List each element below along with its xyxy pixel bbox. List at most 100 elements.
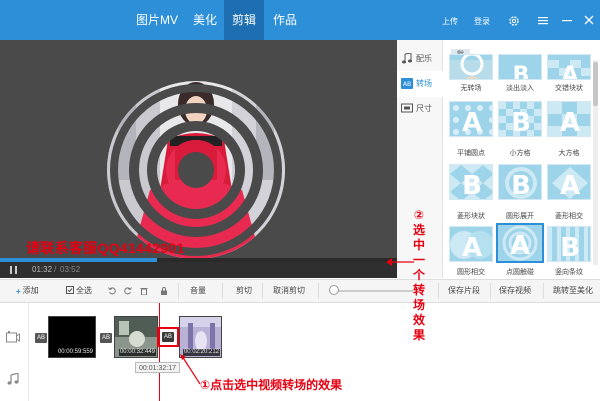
- transition-label-none: 无转场: [460, 85, 482, 92]
- transition-thumb-large-grid[interactable]: A: [547, 101, 591, 137]
- toolbar-divider: [438, 283, 439, 299]
- svg-text:B: B: [462, 171, 482, 200]
- save-video-button[interactable]: 保存视频: [499, 280, 531, 302]
- player-controls: 01:32 / 03:52: [0, 262, 397, 278]
- redo-icon[interactable]: [124, 287, 132, 295]
- tab-picture-mv[interactable]: 图片MV: [128, 0, 186, 40]
- jump-to-beautify-button[interactable]: 跳转至美化: [553, 280, 593, 302]
- minimize-icon[interactable]: [561, 14, 573, 26]
- timeline-playhead[interactable]: [159, 303, 160, 401]
- svg-text:B: B: [560, 233, 580, 262]
- transition-label-dots: 平铺圆点: [457, 150, 485, 157]
- select-all-button[interactable]: 全选: [66, 280, 92, 302]
- transition-label-diamond-block: 菱形块状: [457, 213, 485, 220]
- svg-text:A: A: [561, 63, 578, 80]
- toolbar-divider: [222, 283, 223, 299]
- side-tab-music-label: 配乐: [416, 54, 432, 63]
- transition-label-circle-expand: 圆形展开: [506, 213, 534, 220]
- transition-label-stagger: 交错块状: [555, 85, 583, 92]
- annotation-step-1: ①点击选中视频转场的效果: [200, 378, 343, 392]
- video-preview[interactable]: [0, 40, 397, 258]
- annotation-step-2: ②选中一个转场效果: [412, 208, 425, 342]
- trash-icon[interactable]: [140, 287, 148, 295]
- playhead-time-tooltip: 00:01:32:17: [135, 362, 180, 373]
- side-tab-music[interactable]: 配乐: [397, 46, 443, 72]
- transition-label-fade: 淡出淡入: [506, 85, 534, 92]
- side-tab-transition-label: 转场: [416, 79, 432, 88]
- track-header-divider: [28, 303, 29, 401]
- cancel-cut-button[interactable]: 取消剪切: [273, 280, 305, 302]
- ab-transition-icon: AB: [401, 78, 413, 89]
- clip-duration: 00:00:32:449: [118, 349, 156, 356]
- transition-thumb-stagger[interactable]: A: [547, 54, 591, 80]
- select-all-icon: [66, 286, 74, 294]
- svg-text:AB: AB: [403, 81, 411, 88]
- music-note-icon: [402, 53, 412, 64]
- pause-icon[interactable]: [10, 266, 18, 274]
- annotation-arrow-1: [180, 354, 201, 385]
- svg-text:A: A: [510, 231, 530, 261]
- tab-works[interactable]: 作品: [264, 0, 306, 40]
- cut-button[interactable]: 剪切: [236, 280, 252, 302]
- toolbar-divider: [490, 283, 491, 299]
- menu-icon[interactable]: [537, 14, 549, 26]
- transition-ab-badge[interactable]: AB: [35, 333, 47, 343]
- gear-icon[interactable]: [508, 15, 520, 27]
- close-icon[interactable]: [583, 14, 595, 26]
- transition-thumb-vertical-stripe[interactable]: B: [547, 226, 591, 262]
- volume-button[interactable]: 音量: [190, 280, 206, 302]
- svg-text:A: A: [560, 108, 580, 137]
- transition-thumb-fade[interactable]: B: [498, 54, 542, 80]
- app-window: 图片MV 美化 剪辑 作品 上传 登录 请联系客服QQ41442901 01:3…: [0, 0, 600, 401]
- tab-beautify[interactable]: 美化: [186, 0, 224, 40]
- transition-thumb-small-grid[interactable]: B: [498, 101, 542, 137]
- add-label: 添加: [22, 286, 39, 295]
- preview-frame: [107, 81, 285, 258]
- toolbar-divider: [318, 283, 319, 299]
- upload-button[interactable]: 上传: [442, 0, 458, 40]
- current-time: 01:32: [32, 265, 53, 274]
- select-all-label: 全选: [76, 286, 92, 295]
- transition-thumb-diamond-cross[interactable]: A: [547, 164, 591, 200]
- lock-icon[interactable]: [160, 287, 168, 295]
- transition-thumb-circle-expand[interactable]: B: [498, 164, 542, 200]
- transition-thumb-dot-circle-selected[interactable]: A: [496, 223, 544, 263]
- transition-ab-badge[interactable]: AB: [100, 333, 112, 343]
- save-clip-button[interactable]: 保存片段: [448, 280, 480, 302]
- transition-label-small-grid: 小方格: [509, 150, 531, 157]
- zoom-slider-track[interactable]: [333, 290, 413, 292]
- transition-thumb-circle-cross[interactable]: A: [449, 226, 493, 262]
- toolbar-divider: [262, 283, 263, 299]
- music-track-icon: [7, 373, 19, 385]
- svg-text:B: B: [511, 108, 531, 137]
- side-tab-size-label: 尺寸: [416, 104, 432, 113]
- add-button[interactable]: + 添加: [16, 280, 39, 302]
- transition-label-large-grid: 大方格: [558, 150, 580, 157]
- annotation-highlight-box: [157, 327, 179, 347]
- contact-watermark: 请联系客服QQ41442901: [26, 240, 185, 256]
- clip-duration: 00:00:59:559: [56, 349, 94, 356]
- total-time: 03:52: [60, 265, 81, 274]
- svg-text:B: B: [511, 171, 531, 200]
- undo-icon[interactable]: [108, 287, 116, 295]
- transition-label-vertical-stripe: 竖向条纹: [555, 269, 583, 276]
- plus-icon: +: [16, 287, 21, 296]
- svg-text:A: A: [560, 171, 580, 200]
- svg-text:B: B: [513, 63, 530, 80]
- timeline-clip-2[interactable]: 00:00:32:449: [114, 316, 158, 358]
- transition-label-circle-cross: 圆形相交: [457, 269, 485, 276]
- tab-edit[interactable]: 剪辑: [224, 0, 264, 40]
- toolbar-divider: [178, 283, 179, 299]
- transition-thumb-none[interactable]: [449, 54, 493, 80]
- edit-toolbar: + 添加 全选 音量 剪切 取消剪切 保存片段 保存视频 跳转至美化: [0, 279, 600, 303]
- login-button[interactable]: 登录: [474, 0, 490, 40]
- transition-label-dot-circle: 点圆触碰: [506, 269, 534, 276]
- side-tab-size[interactable]: 尺寸: [397, 96, 443, 122]
- zoom-slider-knob[interactable]: [329, 285, 339, 295]
- transition-thumb-dots[interactable]: A: [449, 101, 493, 137]
- screen-size-icon: [401, 103, 413, 113]
- timeline-clip-1[interactable]: 00:00:59:559: [48, 316, 96, 358]
- transition-thumb-diamond-block[interactable]: B: [449, 164, 493, 200]
- side-tab-transition[interactable]: AB 转场: [397, 71, 443, 97]
- top-bar: 图片MV 美化 剪辑 作品 上传 登录: [0, 0, 600, 40]
